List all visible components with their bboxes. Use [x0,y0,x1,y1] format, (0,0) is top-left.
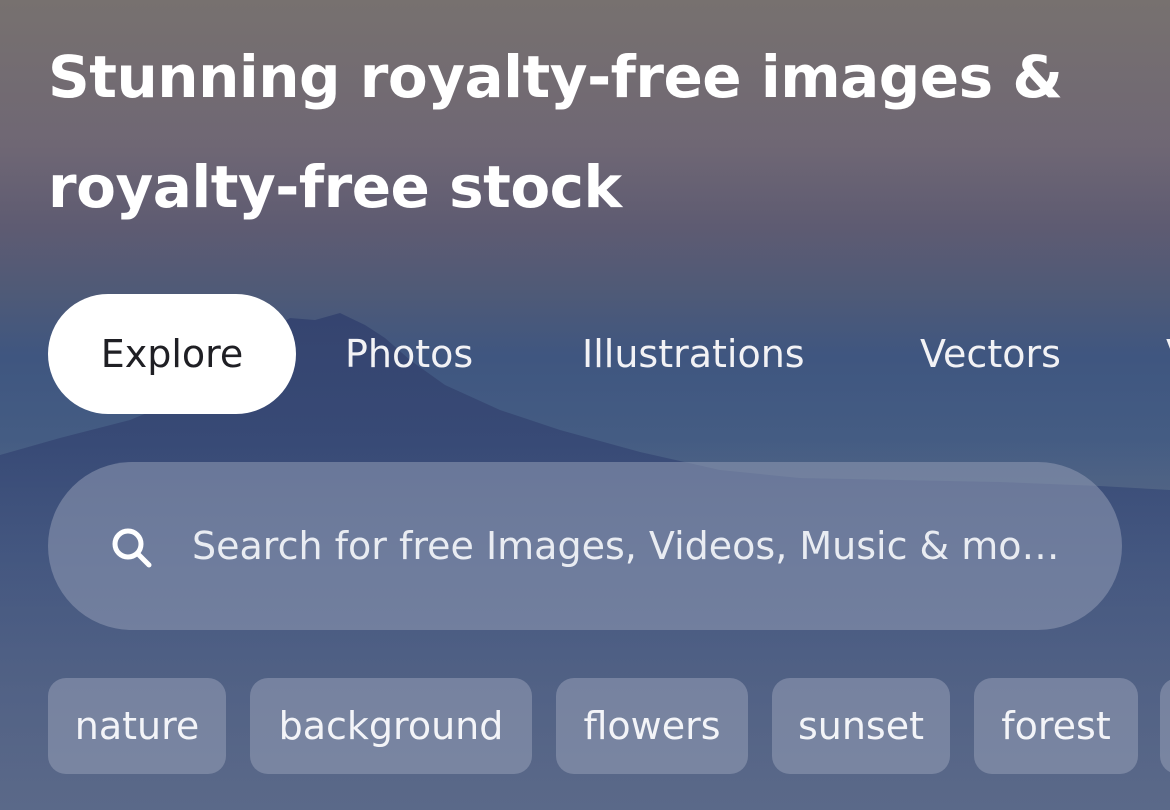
tab-explore[interactable]: Explore [48,294,296,414]
tag-chip-forest[interactable]: forest [974,678,1138,774]
search-input[interactable] [192,506,1072,586]
search-bar[interactable] [48,462,1122,630]
tag-chip-partial[interactable] [1160,678,1170,774]
suggested-tags: nature background flowers sunset forest [48,678,1170,774]
tag-chip-flowers[interactable]: flowers [556,678,748,774]
tab-illustrations[interactable]: Illustrations [582,294,805,414]
tag-chip-nature[interactable]: nature [48,678,226,774]
hero-background: Stunning royalty-free images & royalty-f… [0,0,1170,810]
media-type-tabs: Explore Photos Illustrations Vectors V [48,294,1170,414]
tag-chip-background[interactable]: background [250,678,532,774]
tab-vectors[interactable]: Vectors [920,294,1061,414]
tag-chip-sunset[interactable]: sunset [772,678,950,774]
page-title: Stunning royalty-free images & royalty-f… [48,43,1063,221]
tab-partial[interactable]: V [1166,294,1170,414]
search-icon[interactable] [110,526,154,570]
tab-photos[interactable]: Photos [345,294,473,414]
